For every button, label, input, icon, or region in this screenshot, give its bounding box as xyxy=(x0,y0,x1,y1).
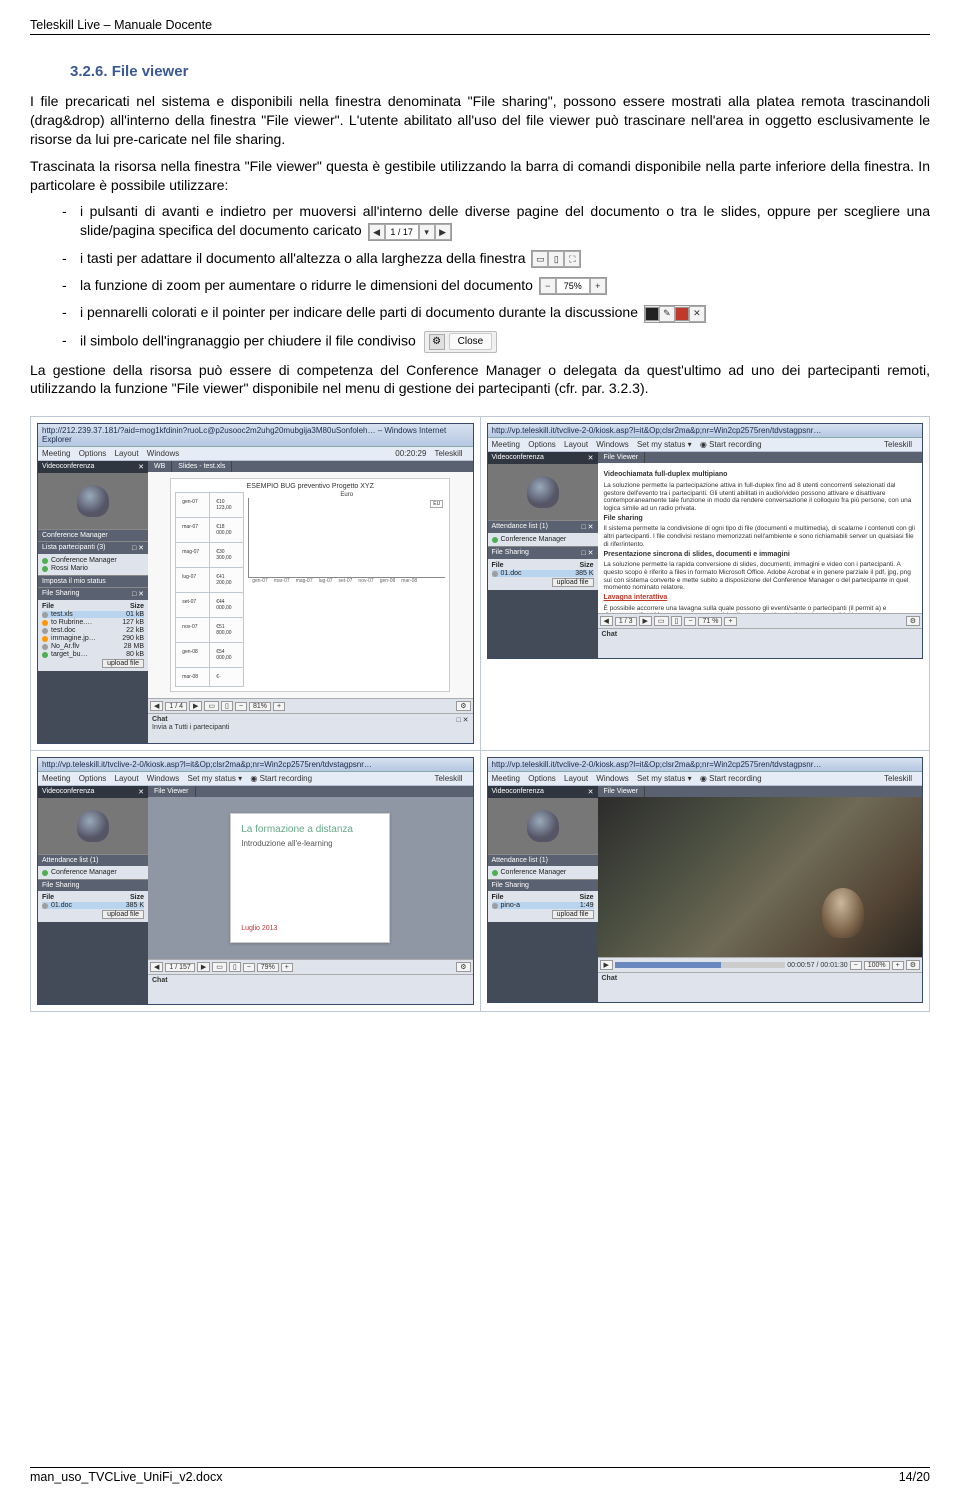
bullet-fit: i tasti per adattare il documento all'al… xyxy=(62,249,930,268)
chart-datatable: gen-07€10 123,00 mar-07€18 000,00 mag-07… xyxy=(175,492,244,687)
fit-both-icon[interactable]: ⛶ xyxy=(564,251,580,267)
close-icon[interactable]: □ ✕ xyxy=(456,716,468,724)
zoom-out-icon[interactable]: − xyxy=(540,278,556,294)
footer-page: 14/20 xyxy=(899,1470,930,1484)
tab-slides[interactable]: Slides - test.xls xyxy=(172,461,232,472)
next-icon[interactable]: ▶ xyxy=(435,224,451,240)
expand-icon[interactable]: □ ✕ xyxy=(132,544,144,552)
close-icon[interactable]: ✕ xyxy=(138,463,144,471)
screenshot-textviewer: http://vp.teleskill.it/tvclive-2-0/kiosk… xyxy=(480,417,930,751)
prev-icon[interactable]: ◀ xyxy=(369,224,385,240)
fit-widget[interactable]: ▭ ▯ ⛶ xyxy=(531,250,581,268)
close-button[interactable]: Close xyxy=(449,333,493,351)
play-icon[interactable]: ▶ xyxy=(600,960,613,970)
pen-black-icon[interactable] xyxy=(645,307,659,321)
feature-bullets: i pulsanti di avanti e indietro per muov… xyxy=(30,202,930,352)
tab-wb[interactable]: WB xyxy=(148,461,172,472)
window-titlebar: http://212.239.37.181/?aid=mog1kfdinin?r… xyxy=(38,424,473,447)
section-heading: 3.2.6. File viewer xyxy=(70,63,930,80)
zoom-in-icon[interactable]: + xyxy=(590,278,606,294)
bullet-close: il simbolo dell'ingranaggio per chiudere… xyxy=(62,331,930,353)
fit-height-icon[interactable]: ▭ xyxy=(532,251,548,267)
video-player[interactable] xyxy=(598,797,923,957)
slide-preview: La formazione a distanza Introduzione al… xyxy=(230,813,390,943)
zoom-pct: 75% xyxy=(556,278,590,294)
fit-width-icon[interactable]: ▯ xyxy=(548,251,564,267)
screenshot-chart: http://212.239.37.181/?aid=mog1kfdinin?r… xyxy=(31,417,481,751)
doc-header: Teleskill Live – Manuale Docente xyxy=(30,18,930,35)
close-widget[interactable]: ⚙ Close xyxy=(424,331,498,353)
screenshots-grid: http://212.239.37.181/?aid=mog1kfdinin?r… xyxy=(30,416,930,1012)
camera-icon xyxy=(77,485,109,517)
screenshot-video: http://vp.teleskill.it/tvclive-2-0/kiosk… xyxy=(480,751,930,1012)
viewer-toolbar[interactable]: ◀1 / 4▶ ▭▯ −81%+ ⚙ xyxy=(148,698,473,713)
webcam-preview xyxy=(38,473,148,529)
footer-filename: man_uso_TVCLive_UniFi_v2.docx xyxy=(30,1470,222,1484)
nav-widget[interactable]: ◀ 1 / 17 ▾ ▶ xyxy=(368,223,452,241)
paragraph-1: I file precaricati nel sistema e disponi… xyxy=(30,92,930,149)
bullet-zoom: la funzione di zoom per aumentare o ridu… xyxy=(62,276,930,295)
gear-icon[interactable]: ⚙ xyxy=(429,334,445,350)
bar-chart: EU xyxy=(248,498,445,578)
screenshot-slide: http://vp.teleskill.it/tvclive-2-0/kiosk… xyxy=(31,751,481,1012)
pointer-red-icon[interactable] xyxy=(675,307,689,321)
page-counter: 1 / 17 xyxy=(385,224,419,240)
clear-icon[interactable]: ✕ xyxy=(689,306,705,322)
zoom-widget[interactable]: − 75% + xyxy=(539,277,607,295)
menubar: Meeting Options Layout Windows 00:20:29 … xyxy=(38,447,473,461)
dropdown-icon[interactable]: ▾ xyxy=(419,224,435,240)
close-icon[interactable]: □ ✕ xyxy=(132,590,144,598)
bullet-pen: i pennarelli colorati e il pointer per i… xyxy=(62,303,930,322)
doc-header-text: Teleskill Live – Manuale Docente xyxy=(30,18,212,32)
bullet-nav: i pulsanti di avanti e indietro per muov… xyxy=(62,202,930,240)
page-footer: man_uso_TVCLive_UniFi_v2.docx 14/20 xyxy=(30,1467,930,1484)
pen-widget[interactable]: ✎ ✕ xyxy=(644,305,706,323)
paragraph-3: La gestione della risorsa può essere di … xyxy=(30,361,930,399)
pen-icon[interactable]: ✎ xyxy=(659,306,675,322)
doc-viewer-text: Videochiamata full-duplex multipiano La … xyxy=(598,463,923,613)
paragraph-2: Trascinata la risorsa nella finestra "Fi… xyxy=(30,157,930,195)
